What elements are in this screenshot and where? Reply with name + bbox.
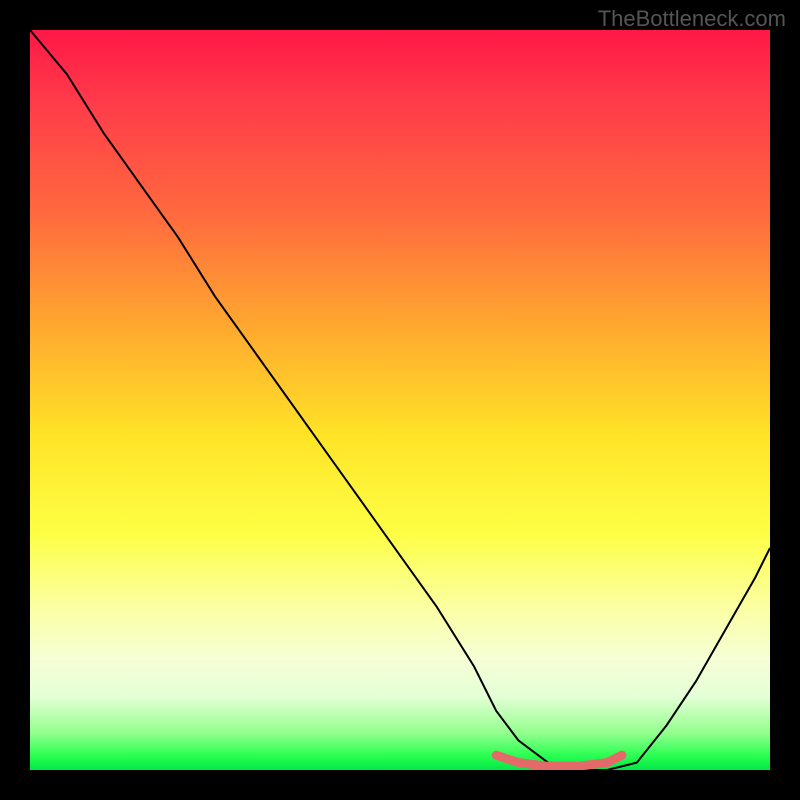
bottleneck-curve	[30, 30, 770, 770]
watermark-text: TheBottleneck.com	[598, 6, 786, 32]
curve-path	[30, 30, 770, 770]
optimal-band-path	[496, 755, 622, 766]
chart-plot-area	[30, 30, 770, 770]
